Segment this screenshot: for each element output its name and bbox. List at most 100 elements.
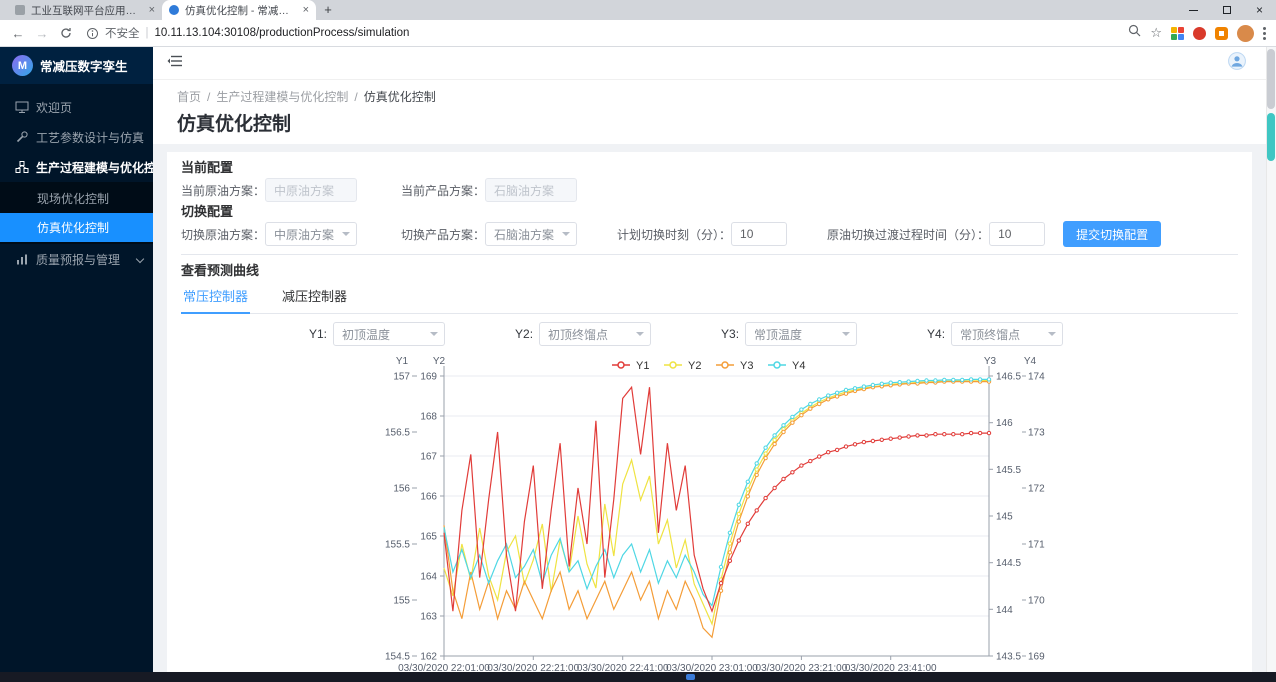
switch-config-row: 切换原油方案： 中原油方案 切换产品方案： 石脑油方案 计划切换时刻（分）： 原… — [181, 222, 1238, 246]
page: 首页 / 生产过程建模与优化控制 / 仿真优化控制 仿真优化控制 当前配置 当前… — [153, 80, 1266, 672]
tab-atmospheric-controller[interactable]: 常压控制器 — [181, 281, 250, 314]
svg-text:03/30/2020 23:01:00: 03/30/2020 23:01:00 — [666, 663, 758, 672]
y4-label: Y4: — [927, 327, 945, 341]
switch-config-label: 切换配置 — [181, 204, 1238, 220]
breadcrumb-parent[interactable]: 生产过程建模与优化控制 — [216, 88, 348, 105]
scrollbar-thumb[interactable] — [1267, 49, 1275, 109]
svg-text:Y1: Y1 — [396, 356, 409, 367]
sidebar-item-label: 欢迎页 — [36, 99, 72, 116]
y3-select[interactable]: 常顶温度 — [745, 322, 857, 346]
sidebar-item-simulation-optimization[interactable]: 仿真优化控制 — [0, 213, 153, 242]
extension-grid-icon[interactable] — [1171, 27, 1184, 40]
browser-tab-simulation[interactable]: 仿真优化控制 - 常减压数字孪生 × — [162, 0, 316, 20]
y4-select[interactable]: 常顶终馏点 — [951, 322, 1063, 346]
maximize-icon — [1223, 6, 1231, 14]
svg-text:03/30/2020 22:01:00: 03/30/2020 22:01:00 — [398, 663, 490, 672]
svg-text:Y4: Y4 — [792, 360, 805, 372]
taskbar-strip — [0, 672, 1276, 682]
svg-text:156: 156 — [393, 484, 410, 495]
refresh-icon[interactable] — [56, 23, 76, 43]
extension-orange-icon[interactable] — [1215, 27, 1228, 40]
sidebar-item-welcome[interactable]: 欢迎页 — [0, 92, 153, 122]
current-product-label: 当前产品方案： — [401, 182, 485, 199]
y1-label: Y1: — [309, 327, 327, 341]
transition-time-input[interactable] — [989, 222, 1045, 246]
zoom-icon[interactable] — [1128, 24, 1141, 42]
svg-text:Y2: Y2 — [433, 356, 446, 367]
select-value: 中原油方案 — [274, 226, 334, 243]
sidebar-item-production-modeling[interactable]: 生产过程建模与优化控制 — [0, 152, 153, 182]
svg-text:155.5: 155.5 — [385, 540, 410, 551]
new-tab-button[interactable]: + — [316, 0, 340, 20]
browser-menu-icon[interactable] — [1263, 27, 1266, 40]
page-scrollbar[interactable] — [1266, 47, 1276, 672]
security-label: 不安全 — [105, 25, 140, 41]
tab-title: 仿真优化控制 - 常减压数字孪生 — [185, 3, 299, 18]
tab-close-icon[interactable]: × — [303, 5, 309, 16]
prediction-chart: 157156.5156155.5155154.51691681671661651… — [379, 352, 1049, 672]
svg-text:146.5: 146.5 — [996, 372, 1021, 383]
svg-text:146: 146 — [996, 418, 1013, 429]
svg-text:145.5: 145.5 — [996, 465, 1021, 476]
sidebar-item-process-design[interactable]: 工艺参数设计与仿真 — [0, 122, 153, 152]
controller-tabs: 常压控制器 减压控制器 — [181, 281, 1238, 314]
minimize-button[interactable] — [1177, 0, 1210, 20]
breadcrumb-current: 仿真优化控制 — [364, 88, 436, 105]
svg-text:03/30/2020 23:21:00: 03/30/2020 23:21:00 — [756, 663, 848, 672]
scrollbar-thumb-accent[interactable] — [1267, 113, 1275, 161]
svg-text:143.5: 143.5 — [996, 652, 1021, 663]
select-value: 常顶温度 — [754, 326, 802, 343]
tool-icon — [15, 130, 29, 144]
minimize-icon — [1189, 10, 1198, 11]
app-logo: M 常减压数字孪生 — [0, 47, 153, 84]
select-value: 初顶温度 — [342, 326, 390, 343]
switch-time-input[interactable] — [731, 222, 787, 246]
sidebar-item-quality-forecast[interactable]: 质量预报与管理 — [0, 244, 153, 274]
url-field[interactable]: 不安全 | 10.11.13.104:30108/productionProce… — [86, 25, 1124, 41]
chevron-down-icon — [1048, 332, 1056, 336]
switch-time-label: 计划切换时刻（分）： — [617, 226, 731, 243]
svg-text:03/30/2020 23:41:00: 03/30/2020 23:41:00 — [845, 663, 937, 672]
tab-vacuum-controller[interactable]: 减压控制器 — [280, 281, 349, 313]
line-chart: 157156.5156155.5155154.51691681671661651… — [379, 352, 1049, 672]
svg-text:144: 144 — [996, 605, 1013, 616]
topbar — [153, 47, 1266, 80]
y3-selector-group: Y3: 常顶温度 — [721, 322, 857, 346]
submit-switch-config-button[interactable]: 提交切换配置 — [1063, 221, 1161, 247]
tab-close-icon[interactable]: × — [149, 5, 155, 16]
switch-product-select[interactable]: 石脑油方案 — [485, 222, 577, 246]
sidebar-menu: 欢迎页 工艺参数设计与仿真 生产过程建模与优化控制 现场优化控制 仿真优化控制 — [0, 84, 153, 274]
y1-select[interactable]: 初顶温度 — [333, 322, 445, 346]
browser-tabstrip: 工业互联网平台应用商店 × 仿真优化控制 - 常减压数字孪生 × + × — [0, 0, 1276, 20]
svg-text:154.5: 154.5 — [385, 652, 410, 663]
y2-select[interactable]: 初顶终馏点 — [539, 322, 651, 346]
forward-icon[interactable]: → — [32, 23, 52, 43]
svg-text:169: 169 — [420, 372, 437, 383]
svg-text:168: 168 — [420, 412, 437, 423]
back-icon[interactable]: ← — [8, 23, 28, 43]
breadcrumb-separator: / — [354, 90, 357, 104]
url-text: 10.11.13.104:30108/productionProcess/sim… — [155, 27, 410, 39]
user-avatar[interactable] — [1228, 52, 1246, 75]
breadcrumb-separator: / — [207, 90, 210, 104]
maximize-button[interactable] — [1210, 0, 1243, 20]
svg-text:Y3: Y3 — [984, 356, 997, 367]
select-value: 初顶终馏点 — [548, 326, 608, 343]
svg-text:163: 163 — [420, 612, 437, 623]
chevron-down-icon — [136, 255, 144, 263]
svg-text:03/30/2020 22:41:00: 03/30/2020 22:41:00 — [577, 663, 669, 672]
close-button[interactable]: × — [1243, 0, 1276, 20]
switch-crude-select[interactable]: 中原油方案 — [265, 222, 357, 246]
browser-tab-store[interactable]: 工业互联网平台应用商店 × — [8, 0, 162, 20]
svg-text:162: 162 — [420, 652, 437, 663]
sidebar-item-field-optimization[interactable]: 现场优化控制 — [0, 184, 153, 213]
svg-text:155: 155 — [393, 596, 410, 607]
breadcrumb-home[interactable]: 首页 — [177, 88, 201, 105]
extension-red-icon[interactable] — [1193, 27, 1206, 40]
sidebar-item-label: 生产过程建模与优化控制 — [36, 159, 153, 176]
menu-fold-icon[interactable] — [167, 54, 183, 73]
profile-avatar[interactable] — [1237, 25, 1254, 42]
current-product-input — [485, 178, 577, 202]
browser-addressbar: ← → 不安全 | 10.11.13.104:30108/productionP… — [0, 20, 1276, 47]
bookmark-star-icon[interactable]: ☆ — [1150, 25, 1162, 41]
